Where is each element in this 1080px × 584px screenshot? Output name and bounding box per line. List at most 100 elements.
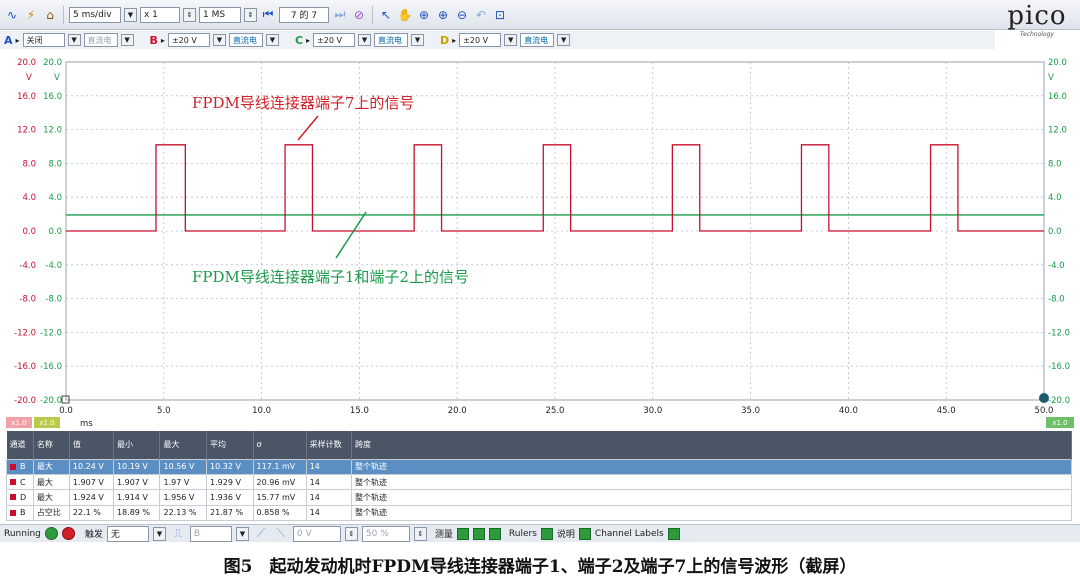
y-unit-label-d: V (1048, 73, 1054, 83)
trigger-mode-select[interactable]: 无 (106, 525, 149, 542)
y-tick-label-b: 12.0 (17, 126, 36, 136)
channel-c-label[interactable]: C (295, 34, 303, 47)
undo-zoom-icon[interactable]: ↶ (473, 7, 489, 23)
table-row[interactable]: B 最大 10.24 V 10.19 V 10.56 V 10.32 V 117.1 mV 1… (6, 458, 1072, 475)
zoom-area-icon[interactable]: ⊕ (416, 7, 432, 23)
probe-icon[interactable]: ▸ (452, 36, 456, 45)
column-header[interactable]: 跨度 (351, 431, 1072, 459)
channel-c-range-select[interactable]: ±20 V (313, 33, 356, 47)
table-row[interactable]: B 占空比 22.1 % 18.89 % 22.13 % 21.87 % 0.858 % 14… (6, 504, 1072, 522)
pretrigger-stepper-icon[interactable]: ⇕ (413, 526, 427, 541)
y-tick-label-c: -4.0 (45, 261, 62, 271)
timebase-select[interactable]: 5 ms/div (69, 6, 121, 23)
waveform-chart[interactable]: 20.0 20.0 20.0 16.0 16.0 16.0 12.0 12.0 12.0 8.0 8… (0, 50, 1080, 430)
previous-capture-icon[interactable]: ⏮ (260, 7, 276, 23)
next-capture-icon[interactable]: ⏭ (332, 7, 348, 23)
pointer-tool-icon[interactable]: ↖ (378, 7, 394, 23)
table-cell: 14 (305, 473, 353, 491)
y-tick-label-c: -12.0 (40, 328, 62, 338)
rulers-button-icon[interactable] (540, 527, 553, 540)
trigger-edge-icon[interactable]: ⎍ (170, 526, 186, 542)
home-icon[interactable]: ⌂ (42, 7, 58, 23)
column-header[interactable]: 最大 (159, 431, 207, 459)
column-header[interactable]: 通道 (6, 431, 34, 459)
table-cell: 最大 (32, 489, 70, 506)
falling-edge-icon[interactable]: ⟍ (273, 526, 289, 542)
channel-d-range-select[interactable]: ±20 V (459, 33, 502, 47)
samples-select[interactable]: 1 MS (199, 6, 241, 23)
column-header[interactable]: 值 (69, 431, 114, 459)
channel-b-range-select[interactable]: ±20 V (167, 33, 210, 47)
coupling-dropdown-icon[interactable]: ▼ (411, 34, 425, 46)
x-tick-label: 25.0 (546, 406, 565, 416)
channel-b-coupling-select[interactable]: 直流电 (228, 33, 263, 47)
column-header[interactable]: 名称 (33, 431, 70, 459)
timebase-dropdown-icon[interactable]: ▼ (124, 7, 137, 22)
probe-icon[interactable]: ▸ (306, 36, 310, 45)
channel-d-coupling-select[interactable]: 直流电 (520, 33, 555, 47)
channel-color-chip (10, 463, 16, 470)
channel-d-label[interactable]: D (440, 34, 449, 47)
capture-counter: 7 的 7 (279, 6, 329, 23)
column-header[interactable]: σ (253, 431, 307, 459)
channel-b-label[interactable]: B (150, 34, 158, 47)
x-tick-label: 15.0 (350, 406, 369, 416)
y-tick-label-d: 20.0 (1048, 58, 1067, 68)
delete-measurement-icon[interactable] (488, 527, 501, 540)
channel-a-label[interactable]: A (4, 34, 13, 47)
zoom-stepper-icon[interactable]: ⇕ (183, 7, 196, 22)
table-cell: 1.907 V (112, 473, 161, 491)
zoom-fit-icon[interactable]: ⊡ (492, 7, 508, 23)
coupling-dropdown-icon[interactable]: ▼ (265, 34, 279, 46)
scope-mode-icon[interactable]: ∿ (4, 7, 20, 23)
probe-icon[interactable]: ▸ (161, 36, 165, 45)
stop-button-icon[interactable] (61, 527, 75, 540)
channel-a-coupling-select[interactable]: 直流电 (83, 33, 118, 47)
trigger-mode-dropdown-icon[interactable]: ▼ (152, 526, 166, 541)
samples-stepper-icon[interactable]: ⇕ (244, 7, 257, 22)
range-dropdown-icon[interactable]: ▼ (358, 34, 372, 46)
zoom-in-icon[interactable]: ⊕ (435, 7, 451, 23)
channel-a-range-select[interactable]: 关闭 (22, 33, 65, 47)
trigger-channel-select[interactable]: B (189, 525, 232, 542)
channel-labels-button-icon[interactable] (667, 527, 680, 540)
capture-settings-icon[interactable]: ⊘ (351, 7, 367, 23)
table-cell: 最大 (32, 473, 70, 491)
column-header[interactable]: 采样计数 (306, 431, 353, 459)
threshold-stepper-icon[interactable]: ⇕ (344, 526, 358, 541)
threshold-field[interactable]: 0 V (292, 525, 341, 542)
probe-icon[interactable]: ▸ (16, 36, 20, 45)
pretrigger-field[interactable]: 50 % (361, 525, 410, 542)
coupling-dropdown-icon[interactable]: ▼ (557, 34, 571, 46)
y-tick-label-d: 12.0 (1048, 126, 1067, 136)
channel-c-coupling-select[interactable]: 直流电 (374, 33, 409, 47)
cell-value: 0.858 % (256, 508, 290, 518)
trigger-channel-dropdown-icon[interactable]: ▼ (235, 526, 249, 541)
table-cell: 14 (305, 504, 353, 522)
table-cell: C (6, 473, 34, 491)
signal-generator-icon[interactable]: ⚡ (23, 7, 39, 23)
cell-value: 占空比 (36, 508, 61, 518)
y-tick-label-b: -4.0 (19, 261, 36, 271)
rising-edge-icon[interactable]: ⟋ (253, 526, 269, 542)
edit-measurement-icon[interactable] (472, 527, 485, 540)
range-dropdown-icon[interactable]: ▼ (504, 34, 518, 46)
table-cell: B (6, 504, 34, 522)
notes-button-icon[interactable] (578, 527, 591, 540)
cell-value: B (20, 462, 26, 472)
oscilloscope-view[interactable]: 20.0 20.0 20.0 16.0 16.0 16.0 12.0 12.0 12.0 8.0 8… (0, 50, 1080, 430)
hand-tool-icon[interactable]: ✋ (397, 7, 413, 23)
column-header[interactable]: 最小 (113, 431, 161, 459)
table-row[interactable]: C 最大 1.907 V 1.907 V 1.97 V 1.929 V 20.96 mV 14… (6, 473, 1072, 491)
range-dropdown-icon[interactable]: ▼ (67, 34, 81, 46)
figure-caption: 图5 起动发动机时FPDM导线连接器端子1、端子2及端子7上的信号波形（截屏） (223, 557, 857, 577)
zoom-out-icon[interactable]: ⊖ (454, 7, 470, 23)
run-button-icon[interactable] (44, 527, 58, 540)
add-measurement-icon[interactable] (456, 527, 469, 540)
y-tick-label-b: -16.0 (14, 362, 36, 372)
coupling-dropdown-icon[interactable]: ▼ (120, 34, 134, 46)
range-dropdown-icon[interactable]: ▼ (212, 34, 226, 46)
zoom-select[interactable]: x 1 (140, 6, 180, 23)
table-row[interactable]: D 最大 1.924 V 1.914 V 1.956 V 1.936 V 15.77 mV 1… (6, 489, 1072, 506)
column-header[interactable]: 平均 (206, 431, 254, 459)
